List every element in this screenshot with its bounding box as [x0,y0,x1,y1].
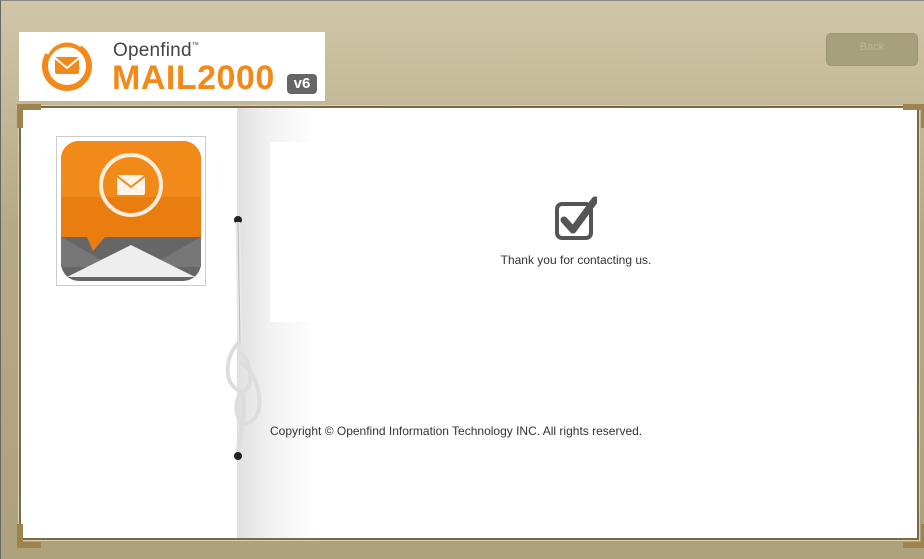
paper-corner-bottom-left [17,524,41,548]
brand-logo: Openfind™ MAIL2000 v6 [19,32,325,101]
checkbox-checked-icon [555,196,597,240]
binding-string-decoration [225,216,262,460]
copyright-text: Copyright © Openfind Information Technol… [270,424,643,438]
brand-version-badge: v6 [287,74,317,94]
paper-corner-top-left [17,104,41,128]
brand-name-large: MAIL2000 [112,59,275,97]
logo-envelope-icon [42,40,92,91]
app-icon-container [56,136,206,286]
mail-app-icon [61,141,201,281]
confirmation-message: Thank you for contacting us. [500,253,652,267]
paper-corner-top-right [903,104,924,128]
top-right-button[interactable]: Back [826,33,918,66]
paper-corner-bottom-right [903,524,924,548]
